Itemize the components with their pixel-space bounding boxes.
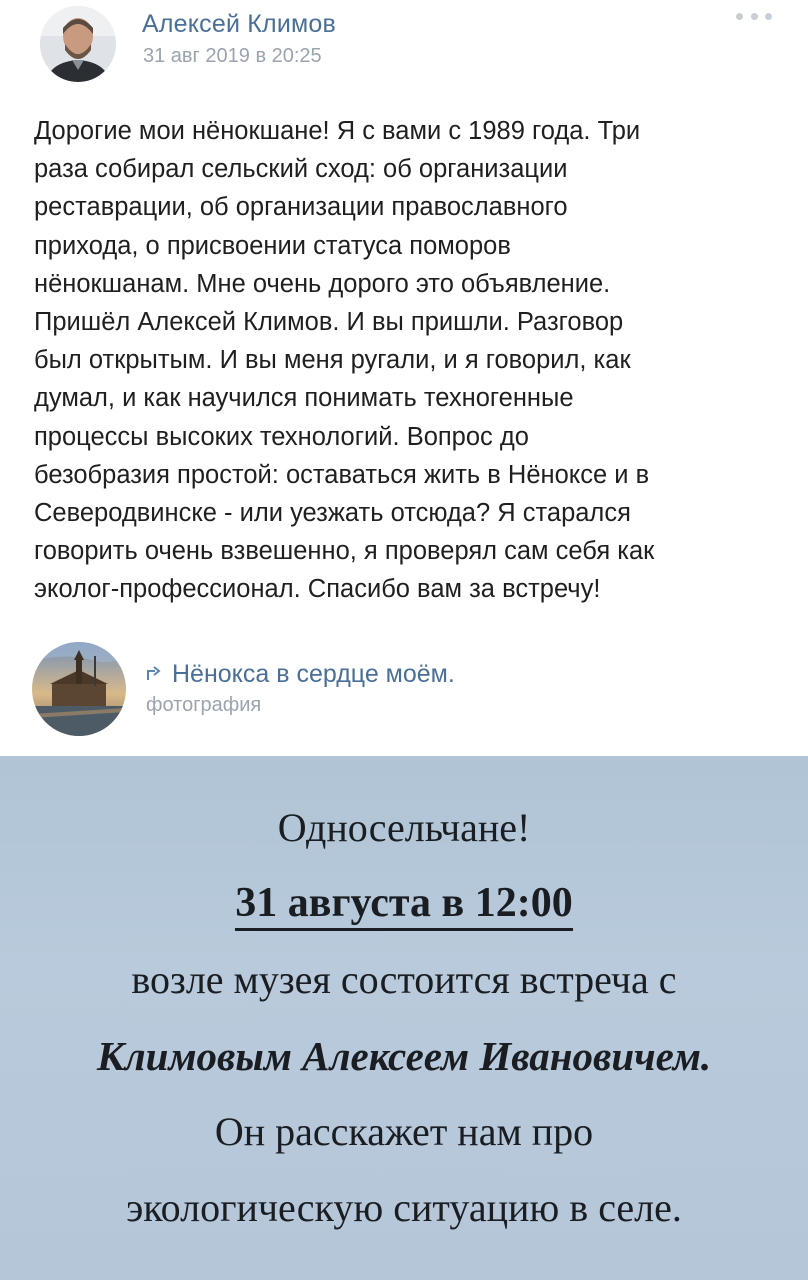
album-title[interactable]: Нёнокса в сердце моём. bbox=[146, 660, 455, 689]
post-text: Дорогие мои нёнокшане! Я с вами с 1989 г… bbox=[34, 117, 655, 604]
share-arrow-icon bbox=[146, 660, 164, 689]
album-title-text: Нёнокса в сердце моём. bbox=[172, 660, 455, 688]
photo-date-underlined: 31 августа в 12:00 bbox=[235, 880, 573, 931]
album-thumbnail[interactable] bbox=[32, 642, 126, 736]
photo-text-line: Он расскажет нам про bbox=[214, 1109, 594, 1154]
photo-text-line: Односельчане! bbox=[277, 805, 531, 850]
photo-text-line: экологическую ситуацию в селе. bbox=[126, 1185, 682, 1230]
photo-text-line: Климовым Алексеем Ивановичем. bbox=[96, 1033, 712, 1079]
photo-text-line: 31 августа в 12:00 bbox=[0, 879, 808, 931]
author-name[interactable]: Алексей Климов bbox=[142, 10, 336, 39]
album-attachment[interactable]: Нёнокса в сердце моём. фотография bbox=[0, 640, 808, 740]
photo-text-line: возле музея состоится встреча с bbox=[131, 957, 677, 1002]
album-subtitle: фотография bbox=[146, 694, 262, 716]
post-header: Алексей Климов 31 авг 2019 в 20:25 bbox=[0, 0, 808, 100]
more-dots-icon[interactable] bbox=[736, 6, 772, 26]
post-date[interactable]: 31 авг 2019 в 20:25 bbox=[143, 45, 322, 68]
attached-photo[interactable]: Односельчане! 31 августа в 12:00 возле м… bbox=[0, 756, 808, 1280]
author-avatar[interactable] bbox=[40, 6, 116, 82]
